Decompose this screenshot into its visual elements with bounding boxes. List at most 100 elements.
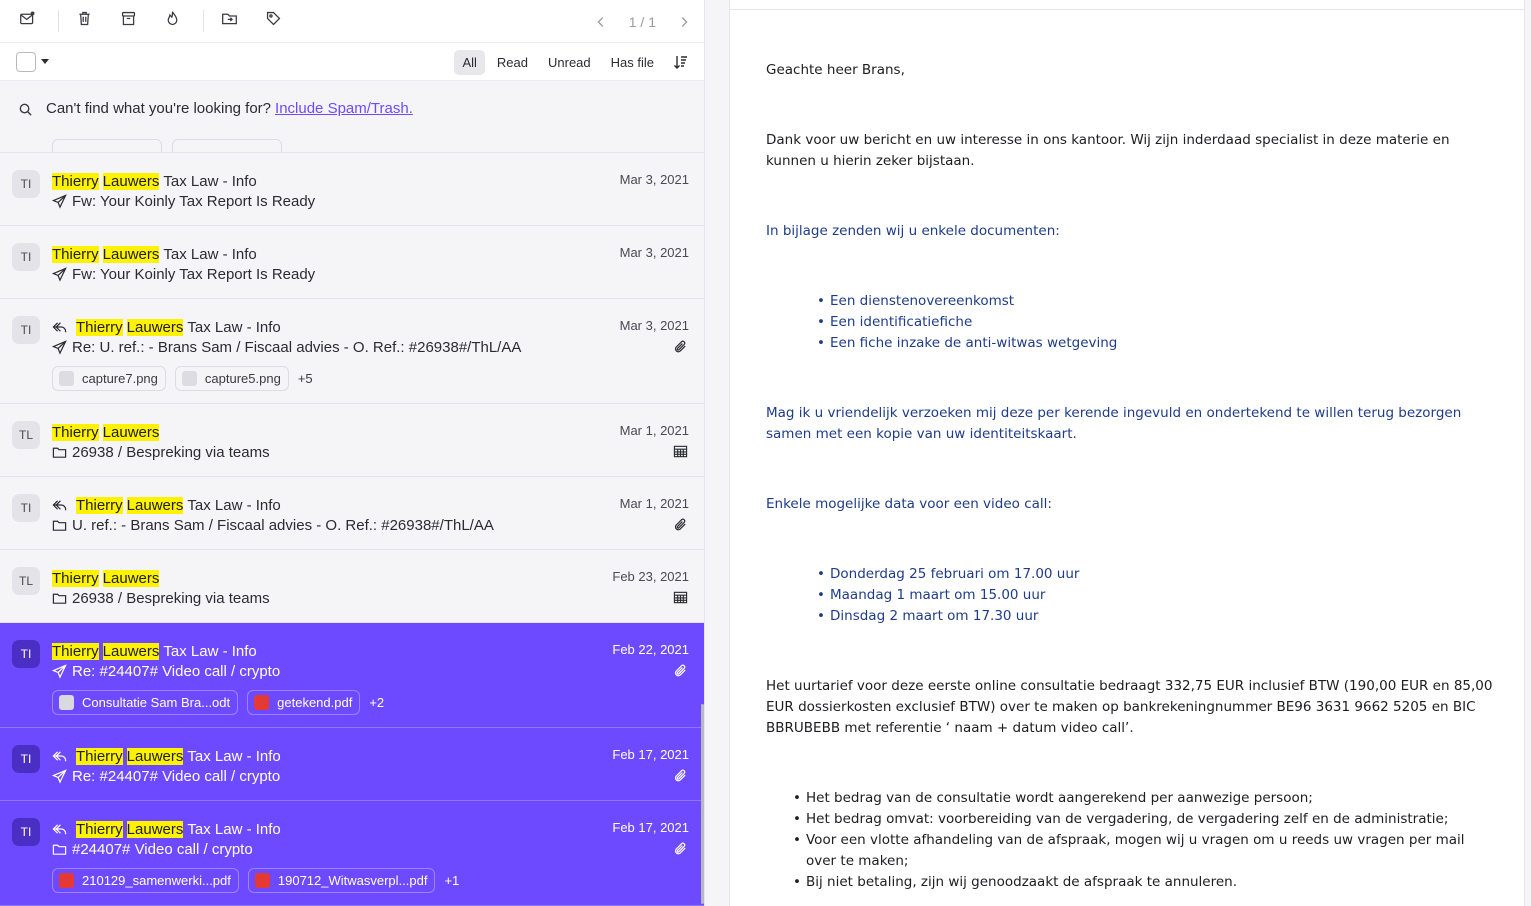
avatar: TI	[12, 745, 40, 773]
mark-read-button[interactable]	[14, 8, 40, 34]
attachment-chip[interactable]: capture5.png	[174, 366, 289, 391]
date: Mar 3, 2021	[619, 245, 689, 260]
sender-last-name: Lauwers	[126, 496, 184, 514]
attachment-chip[interactable]: 190712_Witwasverpl...pdf	[247, 868, 436, 893]
sent-icon	[52, 339, 67, 355]
replied-icon	[52, 749, 67, 764]
conversation-list: TI Thierry Lauwers Tax Law - Info Fw: Your K…	[0, 153, 704, 906]
avatar: TI	[12, 316, 40, 344]
sent-icon	[52, 193, 67, 209]
sender-first-name: Thierry	[76, 747, 123, 765]
attachment-name: getekend.pdf	[277, 695, 353, 710]
message-list-panel: 1 / 1 All Read Unread Has file Can't fin…	[0, 0, 705, 906]
page-indicator: 1 / 1	[628, 13, 656, 30]
paperclip-icon	[673, 663, 689, 679]
subject: #24407# Video call / crypto	[72, 840, 253, 858]
sender-first-name: Thierry	[52, 569, 99, 587]
select-all-checkbox[interactable]	[16, 51, 36, 72]
sender-last-name: Lauwers	[126, 747, 184, 765]
filter-buttons: All Read Unread Has file	[454, 43, 692, 81]
subject: Fw: Your Koinly Tax Report Is Ready	[72, 265, 316, 283]
replied-icon	[52, 320, 67, 335]
list-item: Het bedrag omvat: voorbereiding van de v…	[793, 809, 1496, 830]
greeting: Geachte heer Brans,	[766, 62, 905, 78]
sender-first-name: Thierry	[76, 820, 123, 838]
avatar: TI	[12, 818, 40, 846]
subject: Re: #24407# Video call / crypto	[72, 767, 281, 785]
conversation-item[interactable]: TI Thierry Lauwers Tax Law - Info Re: U. ref…	[0, 299, 704, 404]
document-file-icon	[59, 695, 74, 710]
conversation-item[interactable]: TI Thierry Lauwers Tax Law - Info Re: #24407…	[0, 623, 704, 728]
attachment-name: capture5.png	[204, 371, 281, 386]
date: Feb 17, 2021	[612, 747, 689, 762]
sender-row: Thierry Lauwers Tax Law - Info	[52, 171, 689, 191]
folder-move-icon	[221, 10, 238, 32]
pdf-file-icon	[254, 873, 270, 888]
list-item: Bij niet betaling, zijn wij genoodzaakt …	[793, 872, 1496, 893]
filter-has-file[interactable]: Has file	[603, 50, 662, 75]
attachment-name: Consultatie Sam Bra...odt	[82, 695, 231, 710]
spam-button[interactable]	[159, 8, 185, 34]
more-attachments-count[interactable]: +2	[369, 695, 384, 710]
more-attachments-count[interactable]: +5	[298, 371, 313, 386]
list-item: Het bedrag van de consultatie wordt aang…	[793, 788, 1496, 809]
sender-first-name: Thierry	[76, 496, 123, 514]
subject-row: Re: U. ref.: - Brans Sam / Fiscaal advie…	[52, 337, 689, 357]
avatar: TL	[12, 567, 40, 595]
attachment-chip[interactable]: getekend.pdf	[247, 690, 361, 715]
archive-icon	[120, 10, 137, 32]
sent-icon	[52, 768, 67, 784]
previous-page-button[interactable]	[593, 14, 609, 30]
conversation-item[interactable]: TL Thierry Lauwers 26938 / Bespreking via t…	[0, 550, 704, 623]
conversation-item[interactable]: TI Thierry Lauwers Tax Law - Info Fw: Your K…	[0, 226, 704, 299]
conversation-item[interactable]: TI Thierry Lauwers Tax Law - Info #24407# Vi…	[0, 801, 704, 906]
sender-suffix: Tax Law - Info	[187, 318, 281, 336]
conversation-item[interactable]: TL Thierry Lauwers 26938 / Bespreking via t…	[0, 404, 704, 477]
avatar: TI	[12, 494, 40, 522]
sort-button[interactable]	[670, 51, 692, 73]
more-attachments-count[interactable]: +1	[444, 873, 459, 888]
paperclip-icon	[673, 339, 689, 355]
archive-button[interactable]	[115, 8, 141, 34]
subject-row: Fw: Your Koinly Tax Report Is Ready	[52, 264, 689, 284]
sender-first-name: Thierry	[52, 245, 99, 263]
attachment-chip[interactable]: Consultatie Sam Bra...odt	[52, 690, 239, 715]
date: Mar 3, 2021	[619, 172, 689, 187]
sender-row: Thierry Lauwers	[52, 568, 689, 588]
label-button[interactable]	[260, 8, 286, 34]
paperclip-icon	[673, 768, 689, 784]
trash-button[interactable]	[71, 8, 97, 34]
sender-row: Thierry Lauwers	[52, 422, 689, 442]
intro-paragraph: Dank voor uw bericht en uw interesse in …	[766, 132, 1450, 169]
subject-row: #24407# Video call / crypto	[52, 839, 689, 859]
conversation-item[interactable]: TI Thierry Lauwers Tax Law - Info Fw: Your K…	[0, 153, 704, 226]
attachment-chip[interactable]: 210129_samenwerki...pdf	[52, 868, 239, 893]
sender-suffix: Tax Law - Info	[163, 172, 257, 190]
sender-first-name: Thierry	[52, 172, 99, 190]
conversation-item[interactable]: TI Thierry Lauwers Tax Law - Info U. ref.: -…	[0, 477, 704, 550]
filter-all[interactable]: All	[454, 49, 485, 75]
replied-icon	[52, 498, 67, 513]
request-paragraph: Mag ik u vriendelijk verzoeken mij deze …	[766, 405, 1462, 442]
include-spam-trash-link[interactable]: Include Spam/Trash.	[275, 100, 413, 117]
move-to-folder-button[interactable]	[216, 8, 242, 34]
sort-icon	[674, 56, 687, 69]
sent-icon	[52, 266, 67, 282]
rate-paragraph: Het uurtarief voor deze eerste online co…	[766, 678, 1493, 736]
subject-row: 26938 / Bespreking via teams	[52, 442, 689, 462]
next-page-button[interactable]	[676, 14, 692, 30]
attachments-intro: In bijlage zenden wij u enkele documente…	[766, 223, 1060, 239]
sender-last-name: Lauwers	[102, 569, 160, 587]
sender-row: Thierry Lauwers Tax Law - Info	[52, 819, 689, 839]
chevron-left-icon	[597, 16, 603, 27]
date: Feb 23, 2021	[612, 569, 689, 584]
attachment-chip[interactable]: capture7.png	[52, 366, 166, 391]
filter-unread[interactable]: Unread	[540, 50, 599, 75]
sender-row: Thierry Lauwers Tax Law - Info	[52, 317, 689, 337]
select-dropdown-caret-icon[interactable]	[41, 59, 49, 64]
message-body: Geachte heer Brans, Dank voor uw bericht…	[766, 60, 1496, 893]
list-scrollbar[interactable]	[701, 704, 704, 904]
subject: 26938 / Bespreking via teams	[72, 589, 270, 607]
filter-read[interactable]: Read	[489, 50, 536, 75]
conversation-item[interactable]: TI Thierry Lauwers Tax Law - Info Re: #24407…	[0, 728, 704, 801]
